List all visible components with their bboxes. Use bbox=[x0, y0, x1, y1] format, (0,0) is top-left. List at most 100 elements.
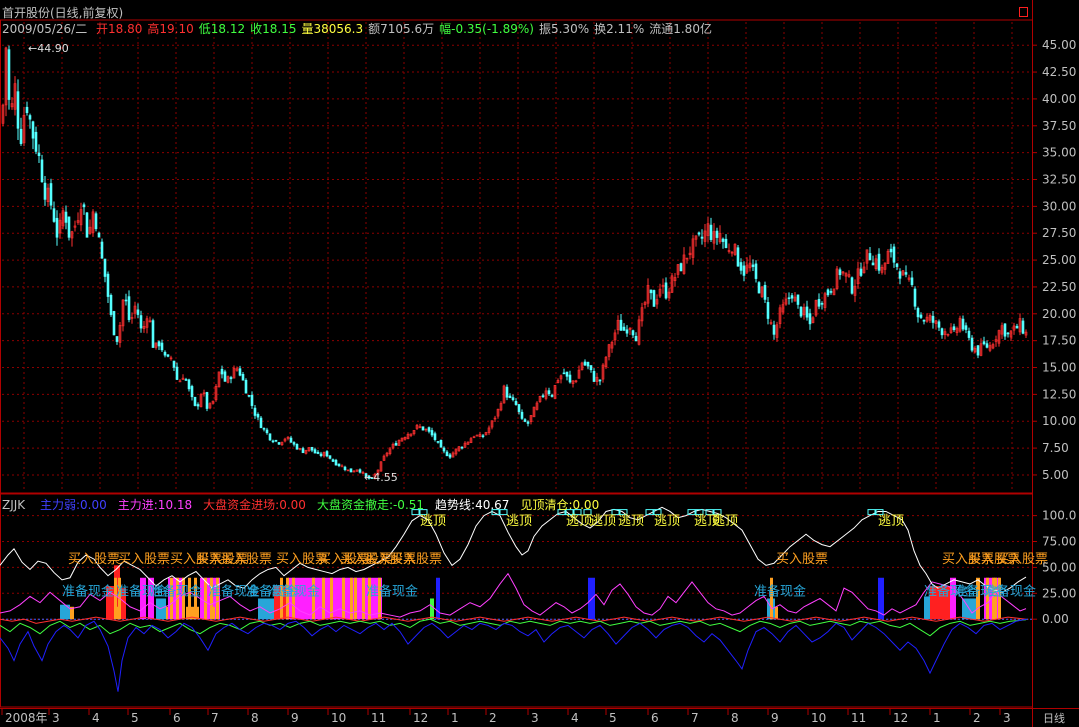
candle-body bbox=[85, 212, 89, 238]
candle-body bbox=[805, 306, 809, 318]
signal-bar bbox=[60, 604, 70, 620]
candle-body bbox=[514, 401, 518, 405]
candle-body bbox=[448, 454, 452, 458]
candle-body bbox=[334, 459, 338, 466]
candle-body bbox=[34, 131, 38, 152]
candle-body bbox=[433, 433, 437, 440]
stock-chart-window: 准备现金 准备现金准备现金 准备现金准备现金准备现金 准备现金 准备现金 准备现金准备现金… bbox=[0, 0, 1079, 727]
price-tick-label: 5.00 bbox=[1042, 468, 1069, 482]
low-price-value: 4.55 bbox=[373, 471, 398, 484]
candle-body bbox=[271, 440, 275, 443]
candle-body bbox=[1003, 323, 1007, 337]
candle-body bbox=[31, 121, 35, 139]
price-tick-label: 32.50 bbox=[1042, 172, 1076, 186]
candle-body bbox=[103, 258, 107, 277]
candle-body bbox=[850, 277, 854, 294]
indicator-field-1: 主力进:10.18 bbox=[117, 498, 193, 512]
escape-top-label: 逃顶 bbox=[878, 514, 904, 529]
candle-body bbox=[115, 336, 119, 342]
candle-body bbox=[757, 282, 761, 294]
candle-body bbox=[265, 429, 269, 434]
candle-body bbox=[337, 463, 341, 467]
candle-body bbox=[505, 386, 509, 398]
candle-body bbox=[343, 466, 347, 471]
candle-body bbox=[196, 404, 200, 407]
candle-body bbox=[52, 208, 56, 222]
candle-body bbox=[82, 204, 86, 208]
candle-body bbox=[310, 446, 314, 451]
candle-body bbox=[742, 265, 746, 276]
candle-body bbox=[37, 152, 41, 157]
candle-body bbox=[178, 380, 182, 383]
price-axis: 45.00 42.50 40.00 37.50 35.00 32.50 30.00 27.50… bbox=[1032, 38, 1076, 482]
candle-body bbox=[262, 428, 266, 430]
indicator-header: ZJJK 主力弱:0.00 主力进:10.18 大盘资金进场:0.00 大盘资金撤走:… bbox=[2, 496, 604, 513]
candle-body bbox=[664, 282, 668, 299]
candle-body bbox=[739, 262, 743, 271]
candle-body bbox=[679, 263, 683, 272]
candle-body bbox=[919, 314, 923, 318]
date-tick-label: 7 bbox=[691, 711, 699, 725]
candle-body bbox=[151, 320, 155, 348]
candle-body bbox=[700, 236, 704, 239]
orange-signal-bar bbox=[204, 577, 207, 620]
candle-body bbox=[241, 374, 245, 381]
candle-body bbox=[763, 285, 767, 300]
candle-body bbox=[349, 468, 353, 473]
price-field-5: 额7105.6万 bbox=[368, 22, 435, 36]
candle-body bbox=[976, 345, 980, 356]
candle-body bbox=[187, 379, 191, 390]
candle-body bbox=[166, 354, 170, 357]
candle-body bbox=[724, 238, 728, 249]
candle-body bbox=[736, 247, 740, 267]
candle-body bbox=[220, 368, 224, 375]
candle-body bbox=[19, 128, 23, 144]
candle-body bbox=[877, 253, 881, 271]
candle-body bbox=[136, 309, 140, 315]
escape-top-label: 逃顶 bbox=[420, 514, 446, 529]
candle-body bbox=[127, 296, 131, 320]
date-axis: 2008年 3 4 5 6 7 8 9 10 11 12 1 2 3 4 5 6 7 8 9 10 11 12 1 2 3 bbox=[1, 709, 1011, 725]
date-tick-label: 3 bbox=[52, 711, 60, 725]
candle-body bbox=[904, 272, 908, 275]
outflow-line bbox=[0, 618, 1027, 637]
orange-signal-bar bbox=[354, 577, 357, 620]
candle-body bbox=[967, 330, 971, 338]
candle-body bbox=[922, 319, 926, 322]
orange-signal-bar bbox=[342, 577, 345, 620]
price-tick-label: 15.00 bbox=[1042, 361, 1076, 375]
main-weak-line bbox=[0, 618, 1027, 692]
price-field-4: 量38056.3 bbox=[301, 22, 364, 36]
candle-body bbox=[295, 444, 299, 450]
candle-body bbox=[28, 115, 32, 120]
low-price-marker: ←4.55 bbox=[364, 471, 398, 484]
date-tick-label: 6 bbox=[173, 711, 181, 725]
candle-body bbox=[289, 437, 293, 443]
date-tick-label: 7 bbox=[211, 711, 219, 725]
candle-body bbox=[598, 379, 602, 382]
candlestick-series[interactable] bbox=[1, 45, 1028, 480]
escape-top-label: 逃顶 bbox=[618, 514, 644, 529]
period-label[interactable]: 日线 bbox=[1043, 710, 1065, 726]
indicator-panel[interactable]: 准备现金 准备现金准备现金 准备现金准备现金准备现金 准备现金 准备现金 准备现金准备现金… bbox=[0, 506, 1048, 692]
indicator-tick-label: 25.00 bbox=[1042, 586, 1076, 600]
escape-top-label: 逃顶 bbox=[590, 514, 616, 529]
date-tick-label: 9 bbox=[291, 711, 299, 725]
candle-body bbox=[16, 91, 20, 129]
candle-body bbox=[190, 386, 194, 398]
candle-body bbox=[508, 395, 512, 398]
candle-body bbox=[565, 371, 569, 377]
price-tick-label: 12.50 bbox=[1042, 387, 1076, 401]
buy-stock-label: 买入股票 bbox=[390, 552, 442, 567]
price-field-2: 低18.12 bbox=[198, 22, 246, 36]
date-tick-label: 12 bbox=[893, 711, 908, 725]
candle-body bbox=[439, 439, 443, 448]
prepare-cash-label: 准备现金 bbox=[366, 583, 418, 599]
candle-body bbox=[421, 426, 425, 431]
candle-body bbox=[895, 263, 899, 267]
candle-body bbox=[442, 447, 446, 452]
signal-bar bbox=[258, 598, 274, 620]
candle-body bbox=[754, 263, 758, 279]
candle-body bbox=[94, 213, 98, 230]
close-icon[interactable] bbox=[1019, 7, 1028, 17]
